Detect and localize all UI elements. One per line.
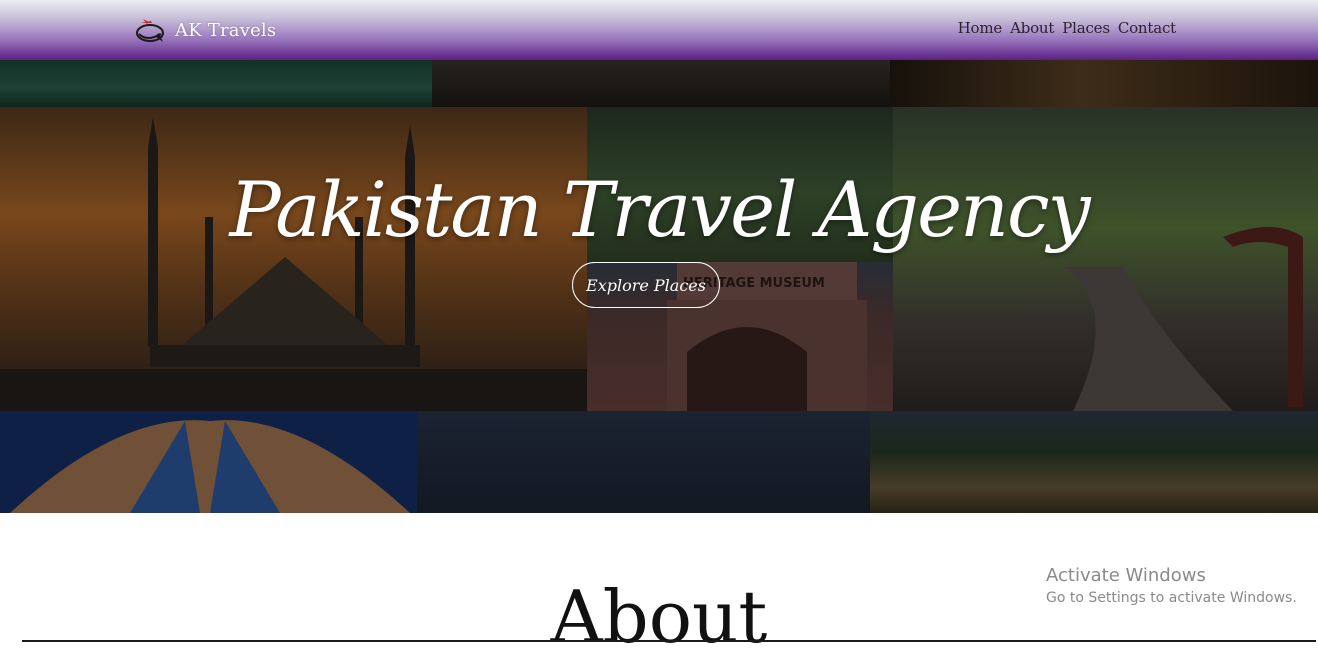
hero-banner: HERITAGE MUSEUM Pakistan Travel Agency E… bbox=[0, 60, 1318, 513]
activate-windows-title: Activate Windows bbox=[1046, 565, 1206, 586]
nav-about-link[interactable]: About bbox=[1010, 19, 1054, 37]
brand[interactable]: AK Travels bbox=[133, 14, 276, 46]
brand-name: AK Travels bbox=[175, 19, 277, 41]
hero-title: Pakistan Travel Agency bbox=[229, 165, 1090, 254]
nav-places-link[interactable]: Places bbox=[1062, 19, 1110, 37]
explore-places-button[interactable]: Explore Places bbox=[572, 262, 720, 308]
plane-globe-logo-icon bbox=[136, 19, 164, 42]
nav-home-link[interactable]: Home bbox=[958, 19, 1003, 37]
about-section: About Activate Windows Go to Settings to… bbox=[0, 513, 1318, 653]
activate-windows-subtitle: Go to Settings to activate Windows. bbox=[1046, 590, 1297, 606]
nav-contact-link[interactable]: Contact bbox=[1118, 19, 1176, 37]
activate-windows-watermark: Activate Windows Go to Settings to activ… bbox=[1046, 565, 1297, 606]
top-navbar: AK Travels Home About Places Contact bbox=[0, 0, 1318, 60]
main-nav: Home About Places Contact bbox=[958, 19, 1177, 37]
